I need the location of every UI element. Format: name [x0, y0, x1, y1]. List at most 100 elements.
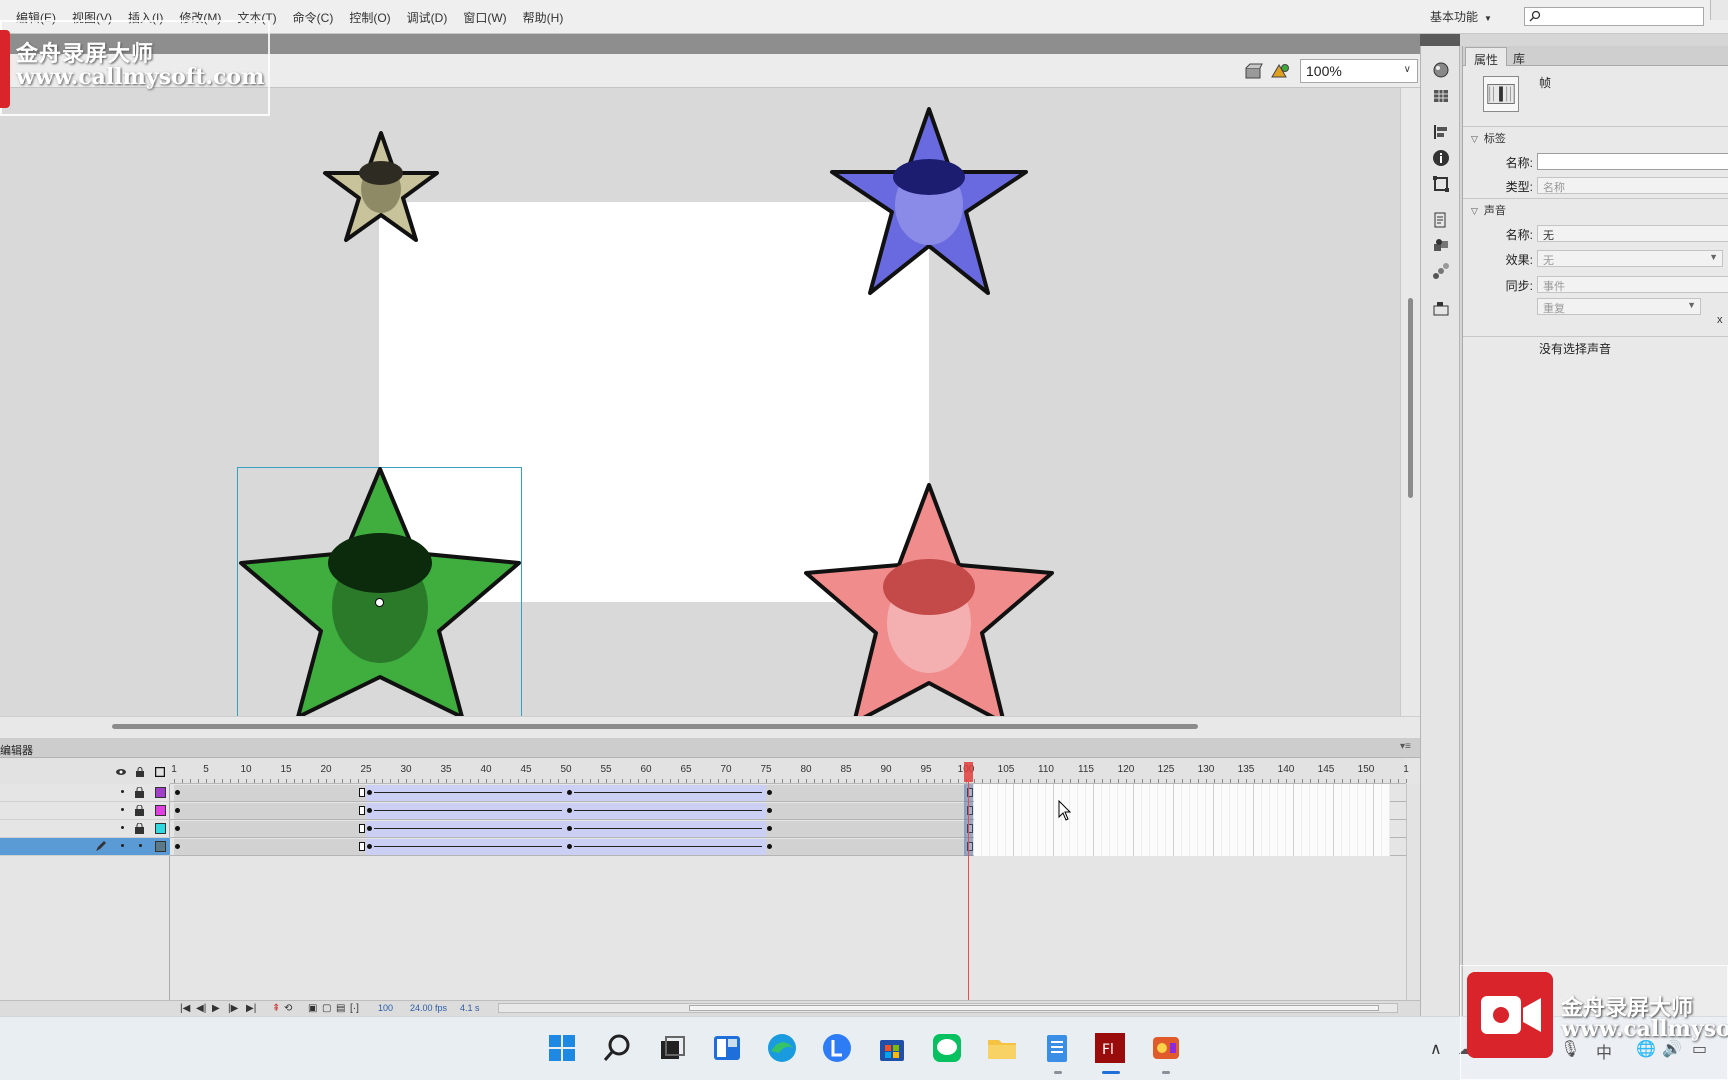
stage-vertical-scrollbar[interactable]: [1400, 88, 1420, 716]
go-to-first-frame-icon[interactable]: |◀: [180, 1003, 190, 1014]
visibility-dot[interactable]: [121, 844, 124, 847]
repeat-dropdown[interactable]: 重复 ▼: [1537, 298, 1701, 315]
layer-row[interactable]: [0, 784, 170, 802]
window-control-button[interactable]: [1710, 0, 1728, 20]
keyframe[interactable]: [567, 790, 572, 795]
step-back-icon[interactable]: ◀|: [196, 1003, 206, 1014]
code-snippets-icon[interactable]: [1431, 210, 1451, 230]
keyframe[interactable]: [175, 844, 180, 849]
layer-color-swatch[interactable]: [155, 787, 166, 798]
keyframe[interactable]: [367, 826, 372, 831]
widgets-icon[interactable]: [710, 1031, 744, 1065]
label-name-input[interactable]: [1537, 153, 1728, 170]
star-photo-blue[interactable]: [826, 105, 1032, 297]
lock-icon[interactable]: [135, 787, 144, 798]
visibility-dot[interactable]: [121, 808, 124, 811]
menu-commands[interactable]: 命令(C): [285, 9, 342, 26]
menu-control[interactable]: 控制(O): [341, 9, 398, 26]
flash-app-icon[interactable]: Fl: [1093, 1031, 1127, 1065]
center-frame-icon[interactable]: ⇞: [272, 1003, 280, 1014]
effect-dropdown[interactable]: 无 ▼: [1537, 250, 1723, 267]
menu-help[interactable]: 帮助(H): [515, 9, 572, 26]
playhead-handle[interactable]: [964, 762, 973, 782]
keyframe[interactable]: [367, 808, 372, 813]
timeline-vertical-scrollbar[interactable]: [1406, 784, 1420, 1006]
workspace-switcher[interactable]: 基本功能 ▼: [1430, 8, 1492, 25]
notepad-icon[interactable]: [1040, 1031, 1074, 1065]
star-photo-red[interactable]: [804, 483, 1054, 716]
help-search-input[interactable]: [1545, 8, 1701, 25]
frame-ruler[interactable]: 1 5 10 15 20 25 30 35 40 45 50 55 60 65 70 75 80 85 90 95 10…: [170, 758, 1409, 784]
edit-scene-icon[interactable]: [1244, 62, 1264, 80]
color-icon[interactable]: [1431, 60, 1451, 80]
motion-presets-icon[interactable]: [1431, 262, 1451, 282]
swatches-icon[interactable]: [1431, 86, 1451, 106]
layer-color-swatch[interactable]: [155, 823, 166, 834]
outline-icon[interactable]: [155, 767, 165, 777]
current-frame-readout[interactable]: 100: [378, 1003, 393, 1013]
lock-icon[interactable]: [135, 805, 144, 816]
edit-symbol-icon[interactable]: [1270, 62, 1290, 80]
info-icon[interactable]: [1431, 148, 1451, 168]
project-icon[interactable]: [1431, 298, 1451, 318]
lock-dot[interactable]: [139, 844, 142, 847]
transform-icon[interactable]: [1431, 174, 1451, 194]
panel-collapse-bar[interactable]: [1420, 34, 1460, 46]
scrollbar-thumb[interactable]: [112, 724, 1198, 729]
frame-row[interactable]: [170, 820, 1406, 838]
timeline-horizontal-scrollbar[interactable]: [498, 1003, 1398, 1013]
sync-dropdown[interactable]: 事件: [1537, 276, 1728, 293]
step-forward-icon[interactable]: |▶: [228, 1003, 238, 1014]
keyframe[interactable]: [767, 844, 772, 849]
keyframe[interactable]: [767, 826, 772, 831]
frame-row[interactable]: [170, 784, 1406, 802]
keyframe[interactable]: [567, 826, 572, 831]
layer-row[interactable]: [0, 802, 170, 820]
star-photo-tan[interactable]: [318, 129, 444, 247]
go-to-last-frame-icon[interactable]: ▶|: [246, 1003, 256, 1014]
menu-debug[interactable]: 调试(D): [399, 9, 456, 26]
scrollbar-thumb[interactable]: [1408, 298, 1413, 498]
keyframe[interactable]: [567, 844, 572, 849]
chevron-up-icon[interactable]: ∧: [1430, 1039, 1442, 1059]
visibility-dot[interactable]: [121, 790, 124, 793]
recorder-app-icon[interactable]: [1150, 1031, 1184, 1065]
stage-horizontal-scrollbar[interactable]: [0, 716, 1420, 738]
layer-color-swatch[interactable]: [155, 841, 166, 852]
sound-name-dropdown[interactable]: 无: [1537, 225, 1728, 242]
keyframe[interactable]: [767, 808, 772, 813]
keyframe[interactable]: [175, 790, 180, 795]
visibility-dot[interactable]: [121, 826, 124, 829]
wechat-icon[interactable]: [930, 1031, 964, 1065]
align-icon[interactable]: [1431, 122, 1451, 142]
onion-skin-icon[interactable]: ▣: [308, 1003, 317, 1014]
components-icon[interactable]: [1431, 236, 1451, 256]
app-l-icon[interactable]: [820, 1031, 854, 1065]
help-search-box[interactable]: [1524, 7, 1704, 26]
zoom-dropdown[interactable]: 100% ∨: [1300, 59, 1418, 83]
eye-icon[interactable]: [116, 767, 126, 777]
panel-menu-icon[interactable]: ▾≡: [1400, 741, 1411, 752]
edge-icon[interactable]: [765, 1031, 799, 1065]
keyframe[interactable]: [367, 790, 372, 795]
onion-markers-icon[interactable]: [·]: [350, 1003, 359, 1014]
tab-properties[interactable]: 属性: [1465, 47, 1508, 67]
search-icon[interactable]: [600, 1031, 634, 1065]
frame-grid[interactable]: [170, 784, 1406, 856]
star-photo-green[interactable]: [237, 467, 523, 716]
frame-row[interactable]: [170, 838, 1406, 856]
frame-row[interactable]: [170, 802, 1406, 820]
lock-icon[interactable]: [135, 767, 145, 777]
keyframe[interactable]: [175, 808, 180, 813]
store-icon[interactable]: [875, 1031, 909, 1065]
keyframe[interactable]: [767, 790, 772, 795]
layer-row-selected[interactable]: [0, 838, 170, 856]
scrollbar-thumb[interactable]: [689, 1005, 1379, 1011]
edit-multiple-frames-icon[interactable]: ▤: [336, 1003, 345, 1014]
section-label[interactable]: ▽ 标签: [1471, 130, 1506, 146]
keyframe[interactable]: [367, 844, 372, 849]
tab-library[interactable]: 库: [1505, 47, 1533, 66]
frame-rate-readout[interactable]: 24.00 fps: [410, 1003, 447, 1013]
keyframe[interactable]: [175, 826, 180, 831]
menu-window[interactable]: 窗口(W): [455, 9, 514, 26]
